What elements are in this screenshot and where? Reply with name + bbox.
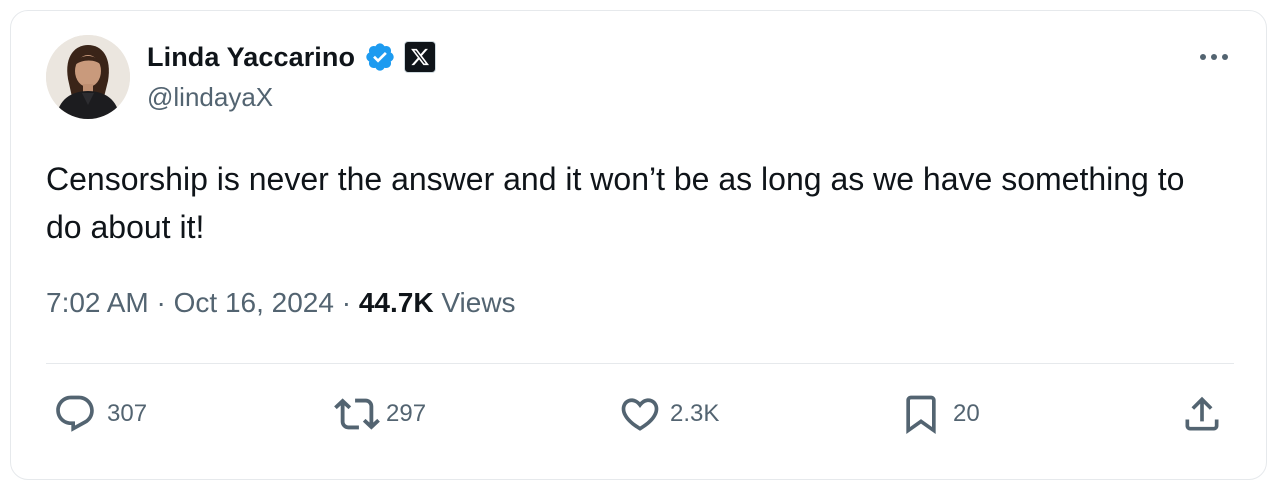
reply-button[interactable]: 307 xyxy=(53,392,147,436)
avatar[interactable] xyxy=(46,35,130,119)
bookmark-count: 20 xyxy=(953,400,980,427)
x-logo-icon[interactable] xyxy=(404,41,437,73)
reply-icon xyxy=(53,392,97,436)
author-display-name[interactable]: Linda Yaccarino xyxy=(147,42,355,73)
tweet-metadata: 7:02 AM · Oct 16, 2024 · 44.7K Views xyxy=(46,287,516,319)
more-options-icon[interactable] xyxy=(1196,45,1232,69)
bookmark-button[interactable]: 20 xyxy=(899,392,980,436)
heart-icon xyxy=(618,392,662,436)
meta-separator: · xyxy=(156,287,166,318)
reply-count: 307 xyxy=(107,400,148,427)
retweet-count: 297 xyxy=(386,400,427,427)
meta-separator: · xyxy=(341,287,352,318)
retweet-icon xyxy=(334,391,380,437)
views-label: Views xyxy=(441,287,516,318)
author-handle[interactable]: @lindayaX xyxy=(147,82,273,113)
share-icon xyxy=(1180,392,1224,436)
divider xyxy=(46,363,1234,364)
share-button[interactable] xyxy=(1180,392,1224,436)
views-count: 44.7K xyxy=(358,287,434,318)
bookmark-icon xyxy=(899,392,943,436)
tweet-time[interactable]: 7:02 AM xyxy=(46,287,149,318)
tweet-date[interactable]: Oct 16, 2024 xyxy=(174,287,334,318)
like-count: 2.3K xyxy=(670,400,720,427)
retweet-button[interactable]: 297 xyxy=(334,392,426,436)
tweet-text: Censorship is never the answer and it wo… xyxy=(46,161,1185,245)
author-name-row: Linda Yaccarino xyxy=(147,38,437,76)
verified-badge-icon[interactable] xyxy=(364,41,396,73)
like-button[interactable]: 2.3K xyxy=(618,392,719,436)
